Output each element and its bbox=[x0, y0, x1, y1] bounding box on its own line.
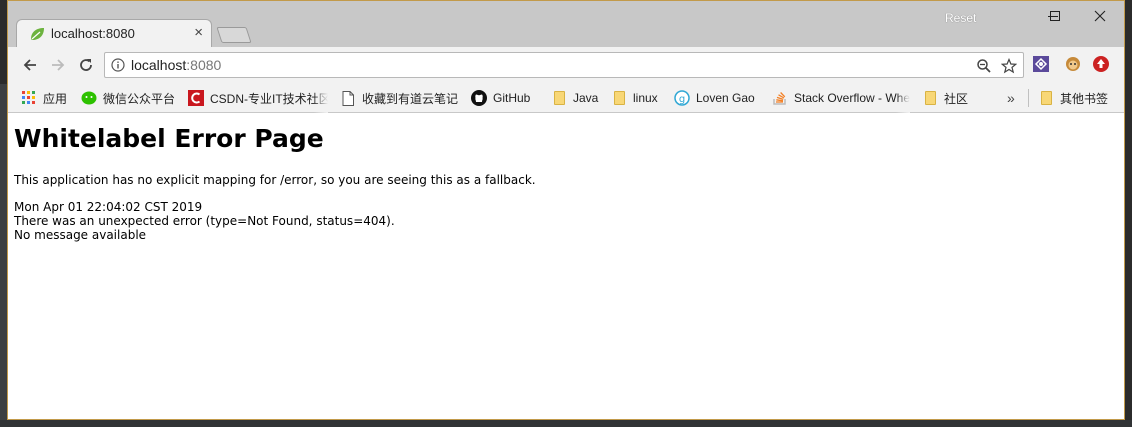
bookmark-label: 其他书签 bbox=[1060, 91, 1109, 106]
bookmark-label: CSDN-专业IT技术社区 bbox=[210, 91, 328, 106]
error-message: No message available bbox=[14, 228, 147, 242]
toolbar: localhost:8080 bbox=[8, 47, 1124, 83]
star-icon[interactable] bbox=[1000, 57, 1018, 75]
bookmark-folder-linux[interactable]: linux bbox=[611, 83, 665, 113]
bookmark-label: 微信公众平台 bbox=[103, 91, 176, 106]
bookmarks-divider bbox=[1028, 89, 1029, 107]
close-icon bbox=[1094, 10, 1106, 22]
bookmark-label: Java bbox=[573, 91, 599, 105]
apps-grid-icon bbox=[21, 90, 37, 106]
title-bar: localhost:8080 × Reset bbox=[8, 1, 1124, 47]
forward-button[interactable] bbox=[46, 53, 70, 77]
tab-close-icon[interactable]: × bbox=[194, 24, 203, 41]
bookmark-label: 应用 bbox=[43, 91, 68, 106]
bookmark-wechat[interactable]: 微信公众平台 bbox=[81, 83, 181, 113]
page-title: Whitelabel Error Page bbox=[14, 124, 324, 153]
forward-arrow-icon bbox=[52, 59, 65, 71]
folder-icon bbox=[1038, 90, 1054, 106]
folder-icon bbox=[551, 90, 567, 106]
maximize-icon bbox=[1050, 11, 1060, 21]
bookmark-label: GitHub bbox=[493, 91, 531, 105]
back-button[interactable] bbox=[18, 53, 42, 77]
bookmark-apps[interactable]: 应用 bbox=[21, 83, 75, 113]
extension-red-arrow-icon[interactable] bbox=[1091, 54, 1111, 74]
github-icon bbox=[471, 90, 487, 106]
zoom-icon[interactable] bbox=[975, 57, 993, 75]
reset-label[interactable]: Reset bbox=[945, 11, 976, 25]
error-timestamp: Mon Apr 01 22:04:02 CST 2019 bbox=[14, 200, 203, 214]
loven-icon: g bbox=[674, 90, 690, 106]
bookmark-loven-gao[interactable]: g Loven Gao bbox=[674, 83, 764, 113]
label-fade bbox=[314, 83, 328, 113]
reload-button[interactable] bbox=[74, 53, 98, 77]
bookmark-youdao[interactable]: 收藏到有道云笔记 bbox=[340, 83, 464, 113]
back-arrow-icon bbox=[23, 59, 36, 71]
extension-monkey-icon[interactable] bbox=[1063, 54, 1083, 74]
wechat-icon bbox=[81, 90, 97, 106]
spring-leaf-icon bbox=[29, 27, 45, 41]
folder-icon bbox=[611, 90, 627, 106]
new-tab-button[interactable] bbox=[216, 27, 252, 43]
bookmark-label: 社区 bbox=[944, 91, 969, 106]
url-text[interactable]: localhost:8080 bbox=[131, 57, 221, 73]
bookmark-github[interactable]: GitHub bbox=[471, 83, 539, 113]
folder-icon bbox=[922, 90, 938, 106]
reload-icon bbox=[80, 59, 92, 71]
bookmark-label: Stack Overflow - Where Developers Learn bbox=[794, 91, 910, 105]
page-content: Whitelabel Error Page This application h… bbox=[8, 113, 1124, 419]
bookmark-label: 收藏到有道云笔记 bbox=[362, 91, 459, 106]
error-description: This application has no explicit mapping… bbox=[14, 173, 536, 187]
extension-purple-icon[interactable] bbox=[1031, 54, 1051, 74]
bookmark-other[interactable]: 其他书签 bbox=[1038, 83, 1114, 113]
bookmarks-overflow-button[interactable]: » bbox=[1007, 83, 1023, 113]
csdn-icon bbox=[188, 90, 204, 106]
close-window-button[interactable] bbox=[1080, 5, 1120, 27]
bookmark-folder-community[interactable]: 社区 bbox=[922, 83, 978, 113]
tab-title: localhost:8080 bbox=[51, 26, 135, 41]
stackoverflow-icon bbox=[772, 90, 788, 106]
chevron-double-right-icon: » bbox=[1007, 90, 1015, 106]
svg-text:g: g bbox=[679, 94, 685, 105]
error-status: There was an unexpected error (type=Not … bbox=[14, 214, 395, 228]
label-fade bbox=[896, 83, 910, 113]
address-bar[interactable]: localhost:8080 bbox=[104, 52, 1024, 78]
bookmark-label: Loven Gao bbox=[696, 91, 755, 105]
taskbar-strip bbox=[0, 420, 1132, 427]
bookmark-stackoverflow[interactable]: Stack Overflow - Where Developers Learn bbox=[772, 83, 910, 113]
error-details: Mon Apr 01 22:04:02 CST 2019 There was a… bbox=[14, 200, 1118, 242]
bookmark-label: linux bbox=[633, 91, 658, 105]
bookmark-csdn[interactable]: CSDN-专业IT技术社区 bbox=[188, 83, 328, 113]
bookmarks-bar: 应用 微信公众平台 CSDN-专业IT技术社区 收藏到有道云笔记 GitHub … bbox=[8, 83, 1124, 113]
page-icon bbox=[340, 90, 356, 106]
info-icon[interactable] bbox=[111, 58, 125, 77]
maximize-button[interactable] bbox=[1035, 5, 1075, 27]
browser-window: localhost:8080 × Reset localhost:8080 应用… bbox=[7, 0, 1125, 420]
tab-localhost[interactable]: localhost:8080 × bbox=[16, 19, 212, 47]
bookmark-folder-java[interactable]: Java bbox=[551, 83, 601, 113]
